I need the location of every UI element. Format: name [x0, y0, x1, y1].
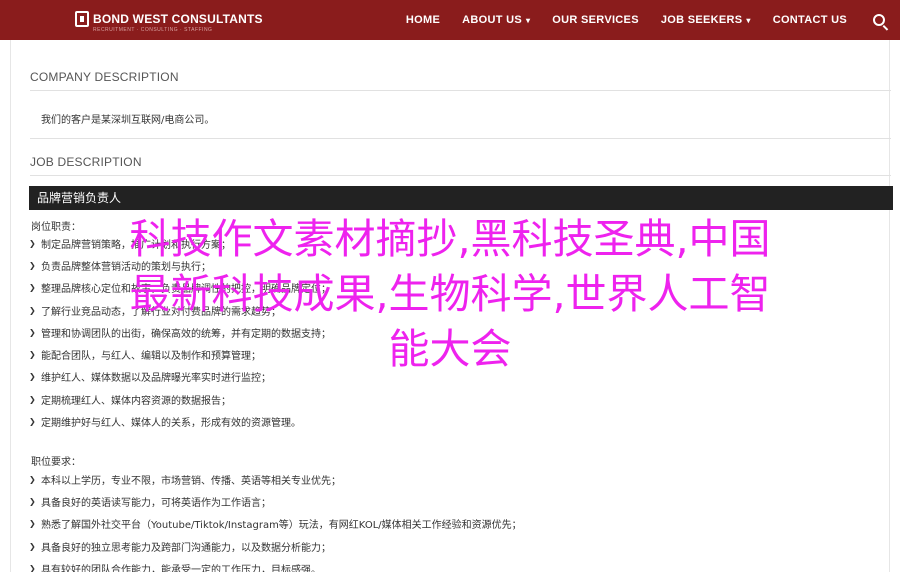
- list-item: ❯ 具备良好的英语读写能力，可将英语作为工作语言；: [27, 490, 522, 512]
- chevron-right-icon: ❯: [29, 417, 36, 427]
- nav-about-us-label: ABOUT US: [462, 14, 522, 26]
- brand-name: BOND WEST CONSULTANTS: [93, 12, 263, 26]
- company-description-text: 我们的客户是某深圳互联网/电商公司。: [41, 115, 215, 126]
- chevron-down-icon: ▾: [746, 15, 751, 25]
- list-item-text: 本科以上学历，专业不限，市场营销、传播、英语等相关专业优先；: [41, 475, 341, 487]
- company-description-heading: COMPANY DESCRIPTION: [30, 70, 179, 84]
- nav-contact-us[interactable]: CONTACT US: [762, 0, 858, 40]
- list-item: ❯ 熟悉了解国外社交平台（Youtube/Tiktok/Instagram等）玩法…: [27, 513, 522, 535]
- divider: [30, 90, 891, 91]
- overlay-line-2: 最新科技成果,生物科学,世界人工智: [129, 270, 771, 318]
- list-item: ❯ 具有较好的团队合作能力，能承受一定的工作压力，目标感强。: [27, 557, 522, 572]
- chevron-right-icon: ❯: [29, 394, 36, 404]
- divider: [30, 138, 891, 139]
- brand-tagline: RECRUITMENT · CONSULTING · STAFFING: [93, 27, 213, 33]
- divider: [30, 175, 891, 176]
- list-item-text: 具备良好的英语读写能力，可将英语作为工作语言；: [41, 497, 271, 509]
- main-nav: HOME ABOUT US ▾ OUR SERVICES JOB SEEKERS ▾…: [395, 0, 900, 40]
- job-title-bar: 品牌营销负责人: [29, 186, 893, 210]
- nav-about-us[interactable]: ABOUT US ▾: [451, 0, 541, 40]
- requirements-list: ❯ 本科以上学历，专业不限，市场营销、传播、英语等相关专业优先； ❯ 具备良好的英语…: [27, 468, 522, 572]
- chevron-right-icon: ❯: [29, 474, 36, 484]
- chevron-right-icon: ❯: [29, 541, 36, 551]
- nav-home[interactable]: HOME: [395, 0, 451, 40]
- list-item-text: 定期维护好与红人、媒体人的关系，形成有效的资源管理。: [41, 418, 301, 430]
- list-item-text: 定期梳理红人、媒体内容资源的数据报告；: [41, 395, 231, 407]
- list-item: ❯ 定期维护好与红人、媒体人的关系，形成有效的资源管理。: [27, 410, 331, 432]
- chevron-right-icon: ❯: [29, 496, 36, 506]
- top-navbar: BOND WEST CONSULTANTS RECRUITMENT · CONS…: [0, 0, 900, 40]
- list-item-text: 熟悉了解国外社交平台（Youtube/Tiktok/Instagram等）玩法，…: [41, 520, 522, 532]
- list-item: ❯ 本科以上学历，专业不限，市场营销、传播、英语等相关专业优先；: [27, 468, 522, 490]
- list-item: ❯ 定期梳理红人、媒体内容资源的数据报告；: [27, 388, 331, 410]
- nav-job-seekers[interactable]: JOB SEEKERS ▾: [650, 0, 762, 40]
- job-description-heading: JOB DESCRIPTION: [30, 155, 142, 169]
- nav-job-seekers-label: JOB SEEKERS: [660, 14, 743, 26]
- chevron-down-icon: ▾: [525, 15, 531, 25]
- brand-logo-icon: [75, 11, 89, 27]
- overlay-headline: 科技作文素材摘抄,黑科技圣典,中国 最新科技成果,生物科学,世界人工智 能大会: [0, 212, 900, 377]
- overlay-line-3: 能大会: [388, 325, 512, 373]
- overlay-line-1: 科技作文素材摘抄,黑科技圣典,中国: [129, 215, 771, 263]
- nav-our-services[interactable]: OUR SERVICES: [541, 0, 650, 40]
- search-button[interactable]: [858, 0, 900, 40]
- requirements-heading: 职位要求：: [31, 457, 81, 468]
- list-item: ❯ 具备良好的独立思考能力及跨部门沟通能力，以及数据分析能力；: [27, 535, 522, 557]
- list-item-text: 具有较好的团队合作能力，能承受一定的工作压力，目标感强。: [41, 564, 321, 572]
- chevron-right-icon: ❯: [29, 519, 36, 529]
- nav-home-label: HOME: [405, 14, 441, 26]
- chevron-right-icon: ❯: [29, 563, 36, 572]
- nav-our-services-label: OUR SERVICES: [552, 14, 639, 26]
- brand-logo[interactable]: BOND WEST CONSULTANTS: [75, 9, 263, 29]
- list-item-text: 具备良好的独立思考能力及跨部门沟通能力，以及数据分析能力；: [41, 542, 331, 554]
- nav-contact-us-label: CONTACT US: [772, 14, 847, 26]
- search-icon: [873, 14, 885, 26]
